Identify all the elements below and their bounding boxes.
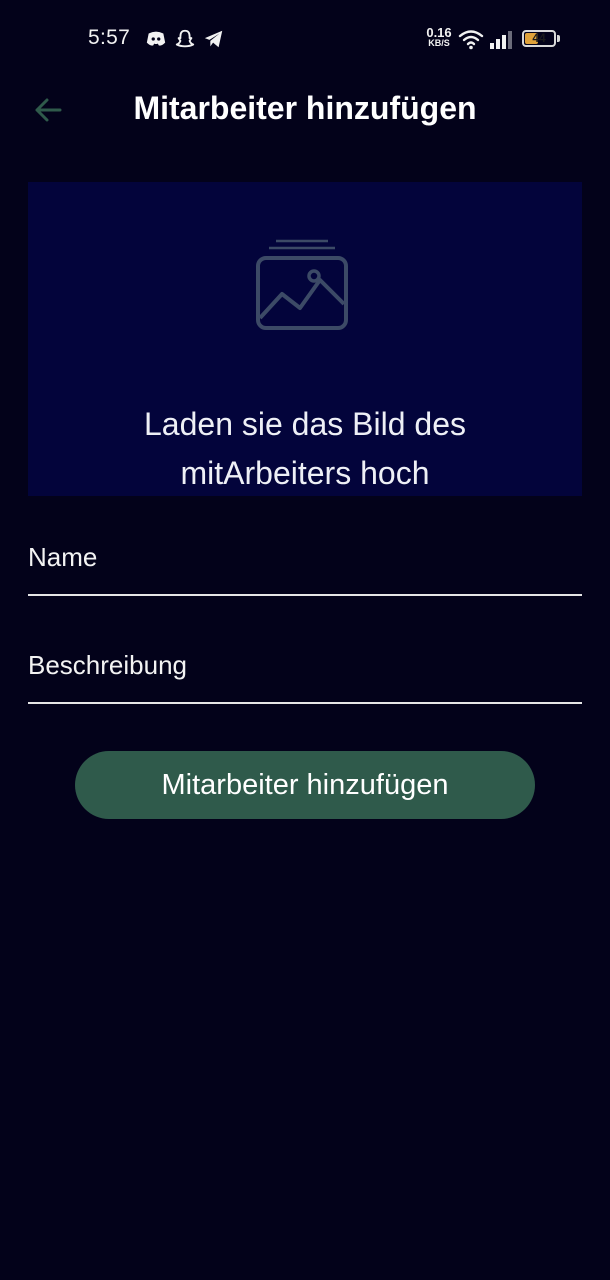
battery-cap [557,35,560,42]
status-time: 5:57 [88,26,131,49]
status-bar: 5:57 0.16 KB/S 44 [0,0,610,78]
add-employee-button[interactable]: Mitarbeiter hinzufügen [75,751,535,819]
image-upload-area[interactable]: Laden sie das Bild des mitArbeiters hoch [28,182,582,496]
network-speed: 0.16 KB/S [425,26,453,48]
description-field-label: Beschreibung [28,650,187,680]
upload-instruction-text: Laden sie das Bild des mitArbeiters hoch [144,406,466,491]
image-placeholder-icon [256,239,348,330]
name-field-label: Name [28,542,98,572]
battery-icon: 44 [522,30,556,47]
discord-icon [146,31,166,46]
name-field[interactable]: Name [28,526,582,596]
description-field[interactable]: Beschreibung [28,634,582,704]
wifi-icon [458,30,484,50]
page-title: Mitarbeiter hinzufügen [133,90,477,126]
screen: 5:57 0.16 KB/S 44 Mitarbeiter hinzufügen… [0,0,610,1280]
app-bar: Mitarbeiter hinzufügen [0,78,610,142]
signal-icon [490,31,512,49]
telegram-icon [204,30,223,48]
snapchat-icon [175,29,195,48]
battery-level-text: 44 [532,31,546,45]
network-speed-unit: KB/S [428,38,450,48]
